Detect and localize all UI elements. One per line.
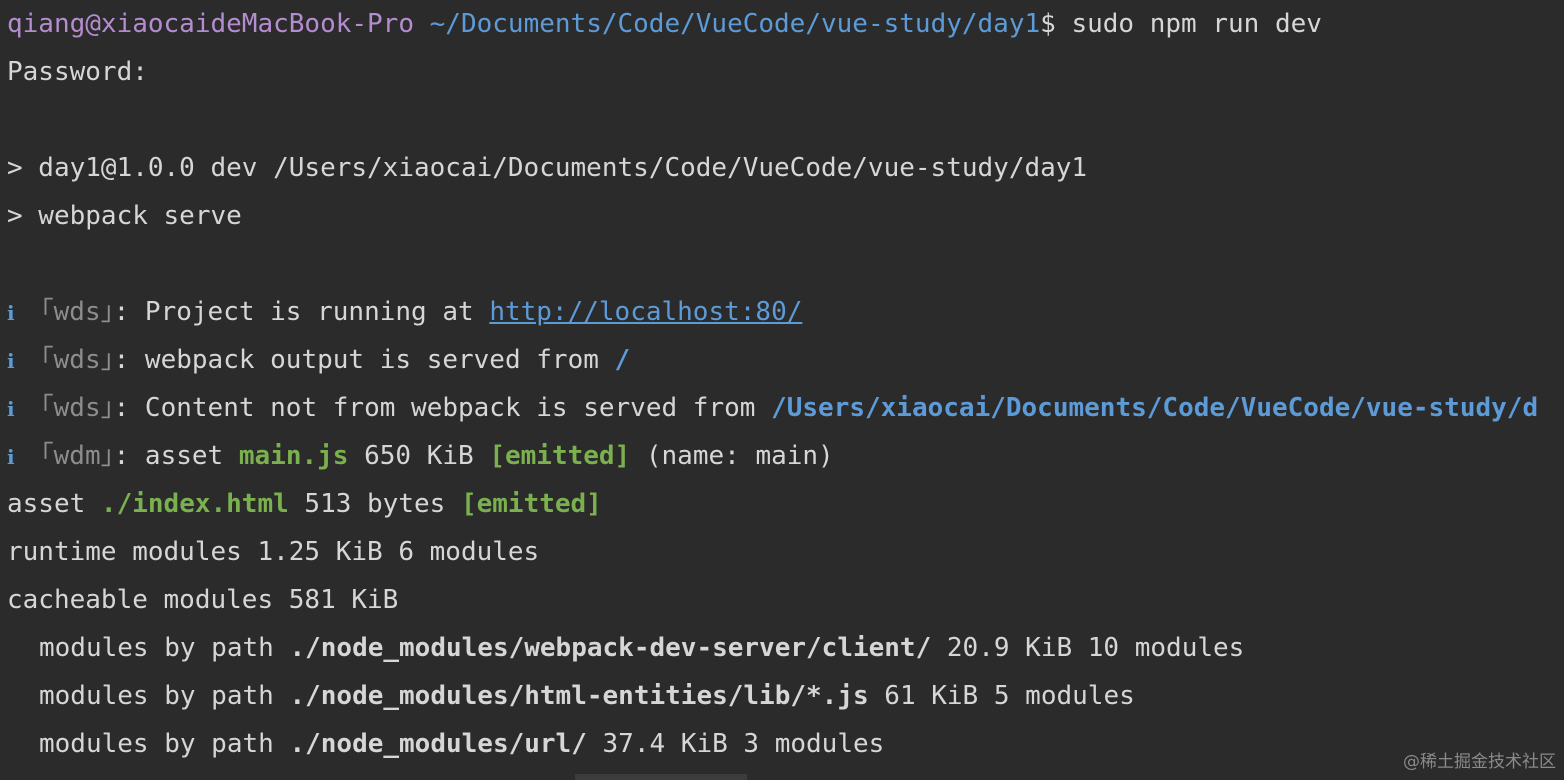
- module-path-rest: 61 KiB 5 modules: [868, 681, 1135, 711]
- terminal-window[interactable]: qiang@xiaocaideMacBook-Pro ~/Documents/C…: [0, 0, 1564, 780]
- scrollbar-thumb[interactable]: [575, 774, 747, 780]
- info-icon: i: [7, 349, 15, 373]
- log-tag-wds: ｢wds｣: [40, 297, 114, 327]
- log-text: : Project is running at: [113, 297, 490, 327]
- log-text: : webpack output is served from: [113, 345, 615, 375]
- runtime-modules-line: runtime modules 1.25 KiB 6 modules: [7, 537, 540, 567]
- module-path-rest: 37.4 KiB 3 modules: [586, 729, 885, 759]
- watermark: @稀土掘金技术社区: [1403, 752, 1556, 772]
- log-line-asset-main: i ｢wdm｣: asset main.js 650 KiB [emitted]…: [7, 432, 834, 480]
- module-path-prefix: modules by path: [39, 729, 290, 759]
- module-path-line: modules by path ./node_modules/webpack-d…: [7, 624, 1244, 672]
- prompt-line: qiang@xiaocaideMacBook-Pro ~/Documents/C…: [7, 0, 1322, 48]
- output-path: /: [614, 345, 631, 375]
- module-path: ./node_modules/html-entities/lib/*.js: [289, 681, 869, 711]
- module-path-line: modules by path ./node_modules/url/ 37.4…: [7, 720, 884, 768]
- info-icon: i: [7, 397, 15, 421]
- log-line-project-running: i ｢wds｣: Project is running at http://lo…: [7, 288, 802, 336]
- module-path-line: modules by path ./node_modules/html-enti…: [7, 672, 1135, 720]
- content-path: /Users/xiaocai/Documents/Code/VueCode/vu…: [771, 393, 1539, 423]
- prompt-command: sudo npm run dev: [1071, 9, 1322, 39]
- project-url-link[interactable]: http://localhost:80/: [489, 297, 802, 327]
- info-icon: i: [7, 301, 15, 325]
- log-line-output-served: i ｢wds｣: webpack output is served from /: [7, 336, 630, 384]
- log-tag-wds: ｢wds｣: [40, 345, 114, 375]
- log-tag-wds: ｢wds｣: [40, 393, 114, 423]
- asset-index-size: 513 bytes: [288, 489, 461, 519]
- log-line-asset-index: asset ./index.html 513 bytes [emitted]: [7, 480, 602, 528]
- password-prompt: Password:: [7, 57, 148, 87]
- log-text: : Content not from webpack is served fro…: [113, 393, 772, 423]
- module-path: ./node_modules/webpack-dev-server/client…: [289, 633, 932, 663]
- prompt-symbol: $: [1040, 9, 1056, 39]
- asset-main-file: main.js: [238, 441, 349, 471]
- log-line-content-served: i ｢wds｣: Content not from webpack is ser…: [7, 384, 1538, 432]
- module-path: ./node_modules/url/: [289, 729, 587, 759]
- horizontal-scrollbar[interactable]: [0, 774, 1564, 780]
- asset-main-size: 650 KiB: [348, 441, 490, 471]
- script-line-webpack: > webpack serve: [7, 201, 242, 231]
- emitted-badge: [emitted]: [489, 441, 631, 471]
- cacheable-modules-line: cacheable modules 581 KiB: [7, 585, 399, 615]
- emitted-badge: [emitted]: [460, 489, 602, 519]
- log-text: : asset: [113, 441, 239, 471]
- module-path-prefix: modules by path: [39, 633, 290, 663]
- prompt-cwd: ~/Documents/Code/VueCode/vue-study/day1: [429, 9, 1041, 39]
- prompt-user-host: qiang@xiaocaideMacBook-Pro: [7, 9, 414, 39]
- info-icon: i: [7, 445, 15, 469]
- module-path-rest: 20.9 KiB 10 modules: [931, 633, 1245, 663]
- module-path-prefix: modules by path: [39, 681, 290, 711]
- asset-main-name: (name: main): [630, 441, 834, 471]
- log-tag-wdm: ｢wdm｣: [40, 441, 114, 471]
- asset-index-file: ./index.html: [100, 489, 289, 519]
- asset-prefix: asset: [7, 489, 101, 519]
- script-line-dev: > day1@1.0.0 dev /Users/xiaocai/Document…: [7, 153, 1088, 183]
